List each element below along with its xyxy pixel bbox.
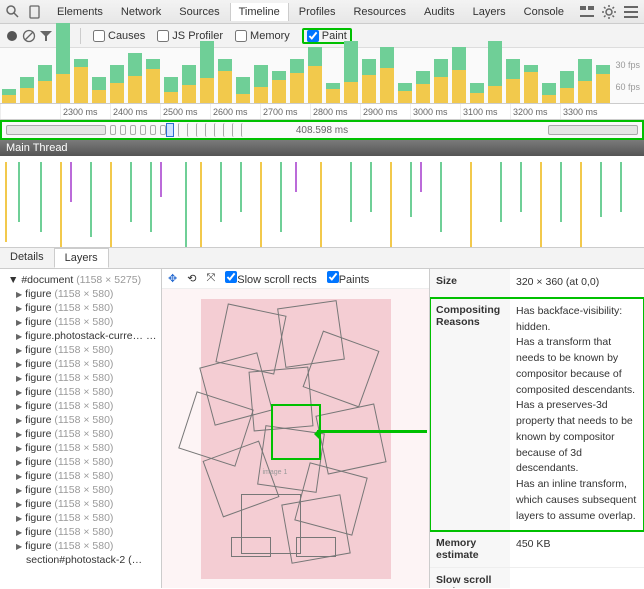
reset-icon[interactable]: ⤧ — [206, 272, 215, 285]
tab-timeline[interactable]: Timeline — [230, 3, 289, 21]
jsprofiler-label: JS Profiler — [172, 30, 223, 42]
filter-icon[interactable] — [40, 30, 52, 42]
prop-comp-val: Has backface-visibility: hidden. Has a t… — [510, 298, 644, 531]
tree-root[interactable]: ▼ #document (1158 × 5275) — [2, 273, 159, 287]
slow-rects-checkbox[interactable]: Slow scroll rects — [225, 271, 316, 286]
subbar-sep — [80, 28, 81, 44]
overview-bar[interactable]: document.write(Array.from({length:6},()=… — [0, 120, 644, 140]
tree-row[interactable]: ▶figure (1158 × 580) — [2, 441, 159, 455]
flame-chart[interactable]: const cols=[["y",5,80],["g",18,60],["g",… — [0, 156, 644, 248]
tab-elements[interactable]: Elements — [49, 3, 111, 21]
tab-layers[interactable]: Layers — [465, 3, 514, 21]
fps-chart[interactable]: 30 fps60 fps document.write(Array.from({… — [0, 48, 644, 104]
tree-row[interactable]: ▶figure (1158 × 580) — [2, 301, 159, 315]
annotation-arrow — [317, 430, 427, 433]
tab-console[interactable]: Console — [516, 3, 572, 21]
thread-header: Main Thread — [0, 140, 644, 156]
slow-rects-label: Slow scroll rects — [237, 274, 316, 286]
pan-icon[interactable]: ✥ — [168, 272, 177, 285]
prop-size-val: 320 × 360 (at 0,0) — [510, 269, 644, 297]
tree-row[interactable]: ▶figure (1158 × 580) — [2, 511, 159, 525]
fps-60-label: 60 fps — [615, 76, 640, 98]
prop-scroll-key: Slow scroll regions — [430, 568, 510, 588]
dtab-layers[interactable]: Layers — [54, 248, 109, 268]
rotate-icon[interactable]: ⟲ — [187, 272, 196, 285]
overview-time-label: 408.598 ms — [2, 125, 642, 136]
layer-canvas[interactable]: const sq=[[20,10,12],[80,5,-8],[5,60,-15… — [162, 289, 429, 588]
tree-row[interactable]: ▶figure (1158 × 580) — [2, 357, 159, 371]
prop-scroll-val — [510, 568, 644, 588]
tree-row[interactable]: ▶figure (1158 × 580) — [2, 525, 159, 539]
tree-row[interactable]: ▶figure (1158 × 580) — [2, 427, 159, 441]
jsprofiler-checkbox[interactable]: JS Profiler — [157, 30, 223, 42]
causes-label: Causes — [108, 30, 145, 42]
menu-icon[interactable] — [624, 5, 638, 19]
tree-row[interactable]: ▶figure (1158 × 580) — [2, 371, 159, 385]
tree-row[interactable]: ▶figure (1158 × 580) — [2, 455, 159, 469]
search-icon[interactable] — [6, 5, 20, 19]
paints-checkbox[interactable]: Paints — [327, 271, 370, 286]
tree-row[interactable]: ▶figure (1158 × 580) — [2, 315, 159, 329]
tree-row[interactable]: ▶figure (1158 × 580) — [2, 287, 159, 301]
tree-row[interactable]: ▶figure (1158 × 580) — [2, 483, 159, 497]
tab-resources[interactable]: Resources — [345, 3, 414, 21]
prop-size-key: Size — [430, 269, 510, 297]
stage-label: image 1 — [263, 469, 288, 476]
tab-sources[interactable]: Sources — [171, 3, 227, 21]
tree-row[interactable]: ▶figure (1158 × 580) — [2, 413, 159, 427]
layer-tree[interactable]: ▼ #document (1158 × 5275) const d=JSON.p… — [0, 269, 162, 588]
tree-row[interactable]: ▶figure (1158 × 580) — [2, 497, 159, 511]
tree-row-last[interactable]: section#photostack-2 (… — [2, 553, 159, 567]
time-ruler: 2300 ms2400 ms2500 ms2600 ms2700 ms2800 … — [0, 104, 644, 120]
tree-row[interactable]: ▶figure (1158 × 580) — [2, 469, 159, 483]
causes-checkbox[interactable]: Causes — [93, 30, 145, 42]
tab-network[interactable]: Network — [113, 3, 169, 21]
memory-label: Memory — [250, 30, 290, 42]
layer-stage: const sq=[[20,10,12],[80,5,-8],[5,60,-15… — [201, 299, 391, 579]
prop-mem-val: 450 KB — [510, 531, 644, 567]
prop-comp-key: Compositing Reasons — [430, 298, 510, 531]
devtools-tabs: Elements Network Sources Timeline Profil… — [49, 3, 572, 21]
memory-checkbox[interactable]: Memory — [235, 30, 290, 42]
tree-row[interactable]: ▶figure (1158 × 580) — [2, 343, 159, 357]
tab-profiles[interactable]: Profiles — [291, 3, 344, 21]
drawer-icon[interactable] — [580, 5, 594, 19]
paints-label: Paints — [339, 274, 370, 286]
tree-row[interactable]: ▶figure (1158 × 580) — [2, 539, 159, 553]
paint-label: Paint — [322, 30, 347, 42]
tab-audits[interactable]: Audits — [416, 3, 463, 21]
fps-30-label: 30 fps — [615, 54, 640, 76]
gear-icon[interactable] — [602, 5, 616, 19]
tree-row[interactable]: ▶figure.photostack-curre… (1158 × 580) — [2, 329, 159, 343]
prop-mem-key: Memory estimate — [430, 531, 510, 567]
dtab-details[interactable]: Details — [0, 248, 54, 268]
tree-row[interactable]: ▶figure (1158 × 580) — [2, 399, 159, 413]
layer-properties: Size320 × 360 (at 0,0) Compositing Reaso… — [429, 269, 644, 588]
clear-icon[interactable] — [22, 29, 36, 43]
device-icon[interactable] — [28, 5, 42, 19]
tree-row[interactable]: ▶figure (1158 × 580) — [2, 385, 159, 399]
record-icon[interactable] — [6, 30, 18, 42]
